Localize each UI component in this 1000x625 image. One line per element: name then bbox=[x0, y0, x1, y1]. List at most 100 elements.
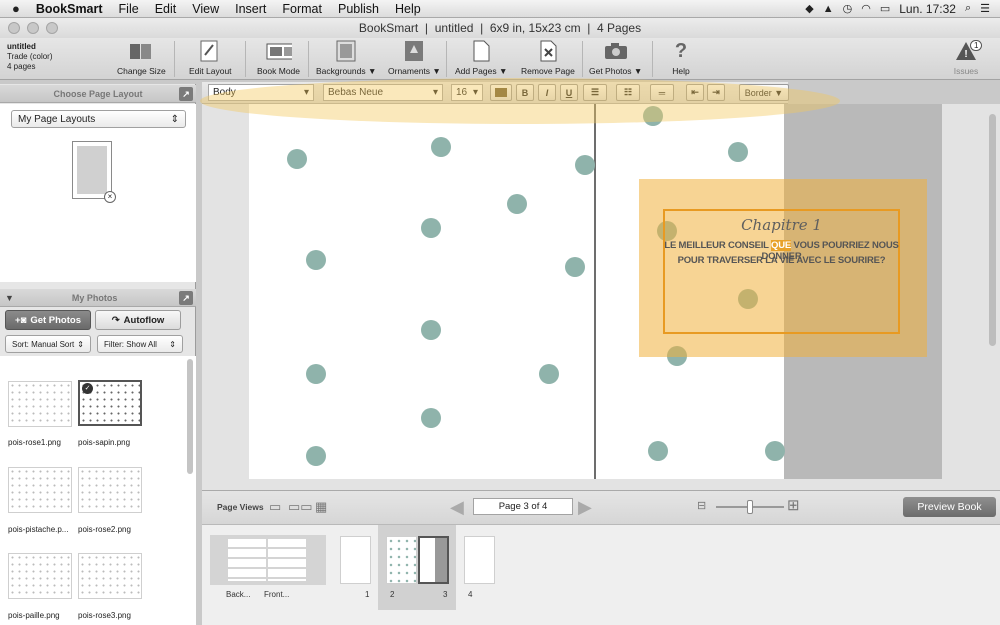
search-icon[interactable]: ⌕ bbox=[965, 2, 971, 15]
add-pages-button[interactable]: Add Pages ▼ bbox=[455, 40, 507, 76]
dropbox-icon[interactable]: ◆ bbox=[805, 2, 813, 15]
photo-name: pois-rose2.png bbox=[78, 525, 131, 534]
layout-panel-header: Choose Page Layout ↗ bbox=[0, 85, 196, 103]
check-icon: ✓ bbox=[82, 383, 93, 394]
page-indicator[interactable]: Page 3 of 4 bbox=[473, 498, 573, 515]
polka-dot bbox=[431, 137, 451, 157]
menu-view[interactable]: View bbox=[184, 2, 227, 16]
photo-thumbnail[interactable] bbox=[8, 467, 72, 513]
prev-page-arrow-icon[interactable]: ◀ bbox=[450, 497, 464, 518]
spread-view-icon[interactable]: ▭▭ bbox=[288, 499, 313, 515]
help-icon: ? bbox=[674, 39, 688, 62]
layout-thumbnail[interactable]: × bbox=[72, 141, 116, 203]
photo-thumbnail[interactable] bbox=[78, 467, 142, 513]
get-photos-panel-button[interactable]: +◙ Get Photos bbox=[5, 310, 91, 330]
canvas-scrollbar[interactable] bbox=[989, 114, 996, 346]
camera-icon: +◙ bbox=[15, 314, 27, 326]
polka-dot bbox=[306, 446, 326, 466]
quote-line-2[interactable]: POUR TRAVERSER LA VIE AVEC LE SOURIRE? bbox=[663, 255, 900, 266]
cover-thumbnail[interactable] bbox=[210, 535, 326, 585]
autoflow-button[interactable]: ↷ Autoflow bbox=[95, 310, 181, 330]
page-number-4: 4 bbox=[468, 590, 473, 599]
next-page-arrow-icon[interactable]: ▶ bbox=[578, 497, 592, 518]
ornaments-icon bbox=[401, 40, 427, 62]
left-panel: Choose Page Layout ↗ My Page Layouts ⇕ × … bbox=[0, 84, 196, 625]
doc-pages: 4 pages bbox=[7, 62, 36, 71]
polka-dot bbox=[306, 250, 326, 270]
spine-line bbox=[594, 104, 596, 479]
adobe-icon[interactable]: ▲ bbox=[823, 3, 834, 15]
photo-thumbnail[interactable] bbox=[8, 381, 72, 427]
zoom-in-icon[interactable]: ⊞ bbox=[787, 496, 800, 514]
page-thumbnail-1[interactable] bbox=[340, 536, 371, 584]
photo-thumbnail-selected[interactable]: ✓ bbox=[78, 380, 142, 426]
filter-dropdown[interactable]: Filter: Show All ⇕ bbox=[97, 335, 183, 353]
sort-dropdown[interactable]: Sort: Manual Sort ⇕ bbox=[5, 335, 91, 353]
page-thumbnail-2[interactable] bbox=[386, 536, 417, 584]
page-views-label: Page Views bbox=[217, 502, 264, 512]
polka-dot bbox=[421, 320, 441, 340]
preview-book-button[interactable]: Preview Book bbox=[903, 497, 996, 517]
photos-panel-expand-icon[interactable]: ↗ bbox=[179, 291, 193, 305]
page-layouts-dropdown[interactable]: My Page Layouts ⇕ bbox=[11, 110, 186, 128]
single-page-view-icon[interactable]: ▭ bbox=[269, 499, 281, 515]
book-mode-button[interactable]: Book Mode bbox=[257, 40, 300, 76]
collapse-triangle-icon[interactable]: ▼ bbox=[5, 293, 14, 303]
back-cover-label: Back... bbox=[226, 590, 251, 599]
edit-layout-button[interactable]: Edit Layout bbox=[189, 40, 232, 76]
photo-name: pois-rose1.png bbox=[8, 438, 61, 447]
page-thumbnail-4[interactable] bbox=[464, 536, 495, 584]
zoom-out-icon[interactable]: ⊟ bbox=[697, 499, 706, 512]
doc-type: Trade (color) bbox=[7, 52, 53, 61]
menu-file[interactable]: File bbox=[111, 2, 147, 16]
get-photos-button[interactable]: Get Photos ▼ bbox=[589, 40, 642, 76]
issues-button[interactable]: ! 1 Issues bbox=[953, 40, 983, 76]
grid-view-icon[interactable]: ▦ bbox=[315, 499, 327, 515]
menu-help[interactable]: Help bbox=[387, 2, 429, 16]
toolbar: Change Size Edit Layout Book Mode Backgr… bbox=[0, 38, 1000, 80]
page-navigation-bar: Page Views ▭ ▭▭ ▦ ◀ ▶ ⊟ ⊞ bbox=[202, 490, 1000, 524]
polka-dot bbox=[575, 155, 595, 175]
app-menu[interactable]: BookSmart bbox=[26, 2, 111, 16]
photo-thumbnail[interactable] bbox=[78, 553, 142, 599]
chapter-title[interactable]: Chapitre 1 bbox=[663, 216, 900, 234]
photo-name: pois-pistache.p... bbox=[8, 525, 69, 534]
wifi-icon[interactable]: ◠ bbox=[861, 2, 871, 15]
menu-insert[interactable]: Insert bbox=[227, 2, 274, 16]
minimize-window-button[interactable] bbox=[27, 22, 39, 34]
zoom-slider-thumb[interactable] bbox=[747, 500, 753, 514]
backgrounds-icon bbox=[333, 40, 359, 62]
close-window-button[interactable] bbox=[8, 22, 20, 34]
document-info: untitled Trade (color) 4 pages bbox=[7, 42, 53, 72]
formatbar-highlight bbox=[200, 78, 840, 124]
menu-edit[interactable]: Edit bbox=[147, 2, 185, 16]
zoom-window-button[interactable] bbox=[46, 22, 58, 34]
page-number-3: 3 bbox=[443, 590, 448, 599]
remove-page-button[interactable]: Remove Page bbox=[521, 40, 575, 76]
stepper-arrows-icon: ⇕ bbox=[170, 113, 179, 125]
layout-panel-expand-icon[interactable]: ↗ bbox=[179, 87, 193, 101]
autoflow-icon: ↷ bbox=[111, 314, 120, 326]
photo-name: pois-rose3.png bbox=[78, 611, 131, 620]
polka-dot bbox=[539, 364, 559, 384]
photos-scrollbar[interactable] bbox=[187, 359, 193, 474]
menu-list-icon[interactable]: ☰ bbox=[980, 2, 990, 15]
remove-layout-icon[interactable]: × bbox=[104, 191, 116, 203]
menu-format[interactable]: Format bbox=[274, 2, 330, 16]
issues-count: 1 bbox=[970, 40, 983, 51]
backgrounds-button[interactable]: Backgrounds ▼ bbox=[316, 40, 376, 76]
photo-thumbnail[interactable] bbox=[8, 553, 72, 599]
help-button[interactable]: ? Help bbox=[668, 39, 694, 77]
menu-publish[interactable]: Publish bbox=[330, 2, 387, 16]
page-number-1: 1 bbox=[365, 590, 370, 599]
change-size-button[interactable]: Change Size bbox=[117, 40, 166, 76]
page-thumbnail-3[interactable] bbox=[418, 536, 449, 584]
window-title-bar: BookSmart | untitled | 6x9 in, 15x23 cm … bbox=[0, 18, 1000, 38]
front-cover-label: Front... bbox=[264, 590, 290, 599]
timemachine-icon[interactable]: ◷ bbox=[843, 2, 853, 15]
clock[interactable]: Lun. 17:32 bbox=[899, 2, 956, 16]
battery-icon[interactable]: ▭ bbox=[880, 2, 890, 15]
apple-icon[interactable]: ● bbox=[0, 1, 26, 16]
ornaments-button[interactable]: Ornaments ▼ bbox=[388, 40, 441, 76]
photos-panel-header: ▼ My Photos ↗ bbox=[0, 289, 196, 307]
